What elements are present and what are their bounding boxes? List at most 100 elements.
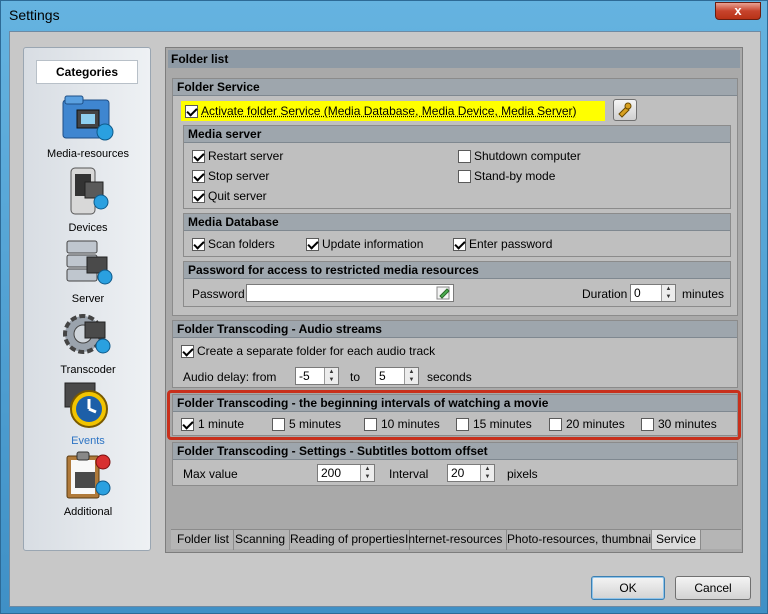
spinner-buttons[interactable]: ▲ ▼ [404, 368, 418, 384]
to-label: to [350, 370, 361, 384]
duration-spinner[interactable]: 0 ▲ ▼ [630, 284, 676, 302]
update-information-checkbox[interactable] [306, 238, 319, 251]
separate-folder-label: Create a separate folder for each audio … [197, 344, 436, 358]
spin-up-icon[interactable]: ▲ [361, 465, 374, 473]
spinner-buttons[interactable]: ▲ ▼ [661, 285, 675, 301]
sidebar-item-label: Devices [68, 222, 108, 234]
password-label: Password [192, 287, 245, 301]
sidebar-item-transcoder[interactable]: Transcoder [24, 308, 152, 376]
group-title: Folder Transcoding - Audio streams [173, 321, 737, 338]
tab-folder-list[interactable]: Folder list [173, 530, 235, 550]
bottom-tab-bar: Folder list Scanning Reading of properti… [171, 529, 741, 550]
interval-value: 20 [451, 466, 465, 480]
group-title: Media server [184, 126, 730, 143]
sidebar-item-additional[interactable]: Additional [24, 450, 152, 518]
transcoder-gear-icon [63, 314, 111, 354]
window-title: Settings [9, 7, 60, 23]
group-title: Folder Service [173, 79, 737, 96]
media-server-group: Media server Restart server Stop server … [183, 125, 731, 209]
activate-service-label: Activate folder Service (Media Database,… [201, 104, 577, 118]
sidebar-item-server[interactable]: Server [24, 237, 152, 305]
ok-button[interactable]: OK [591, 576, 665, 600]
audio-streams-group: Folder Transcoding - Audio streams Creat… [172, 320, 738, 388]
media-database-group: Media Database Scan folders Update infor… [183, 213, 731, 257]
tab-photo-resources[interactable]: Photo-resources, thumbnails [503, 530, 665, 550]
enter-password-checkbox[interactable] [453, 238, 466, 251]
scan-folders-checkbox[interactable] [192, 238, 205, 251]
password-group: Password for access to restricted media … [183, 261, 731, 307]
pixels-label: pixels [507, 467, 538, 481]
sidebar-item-label: Events [71, 435, 105, 447]
sidebar-item-label: Media-resources [47, 148, 129, 160]
shutdown-computer-checkbox[interactable] [458, 150, 471, 163]
max-value-value: 200 [321, 466, 342, 480]
settings-window: Settings x Categories Media-resources De… [0, 0, 768, 614]
spin-up-icon[interactable]: ▲ [662, 285, 675, 293]
categories-sidebar: Categories Media-resources Devices Serve… [23, 47, 151, 551]
edit-pencil-icon[interactable] [436, 286, 452, 300]
stop-server-label: Stop server [208, 169, 270, 183]
restart-server-checkbox[interactable] [192, 150, 205, 163]
cancel-button[interactable]: Cancel [675, 576, 751, 600]
restart-server-label: Restart server [208, 149, 284, 163]
audio-delay-from-spinner[interactable]: -5 ▲ ▼ [295, 367, 339, 385]
activate-service-checkbox[interactable] [185, 105, 198, 118]
sidebar-item-devices[interactable]: Devices [24, 166, 152, 234]
duration-value: 0 [634, 286, 641, 300]
folder-list-panel: Folder list Folder Service Activate fold… [165, 47, 743, 553]
spin-down-icon[interactable]: ▼ [325, 376, 338, 384]
media-folder-icon [62, 95, 114, 141]
tab-internet-resources[interactable]: Internet-resources [401, 530, 508, 550]
spin-down-icon[interactable]: ▼ [361, 473, 374, 481]
panel-header: Folder list [168, 50, 740, 68]
spin-down-icon[interactable]: ▼ [662, 293, 675, 301]
quit-server-label: Quit server [208, 189, 267, 203]
devices-icon [70, 167, 109, 215]
password-field[interactable] [246, 284, 454, 302]
sidebar-item-label: Transcoder [60, 364, 116, 376]
audio-delay-to-spinner[interactable]: 5 ▲ ▼ [375, 367, 419, 385]
spin-down-icon[interactable]: ▼ [481, 473, 494, 481]
stop-server-checkbox[interactable] [192, 170, 205, 183]
spin-up-icon[interactable]: ▲ [481, 465, 494, 473]
spin-up-icon[interactable]: ▲ [405, 368, 418, 376]
tab-scanning[interactable]: Scanning [231, 530, 291, 550]
wrench-icon [618, 102, 632, 118]
duration-label: Duration [582, 287, 628, 301]
quit-server-checkbox[interactable] [192, 190, 205, 203]
tab-service[interactable]: Service [651, 530, 702, 550]
standby-mode-checkbox[interactable] [458, 170, 471, 183]
close-button[interactable]: x [715, 2, 761, 20]
events-clock-icon [64, 382, 108, 428]
additional-clipboard-icon [66, 451, 111, 499]
max-value-spinner[interactable]: 200 ▲ ▼ [317, 464, 375, 482]
spinner-buttons[interactable]: ▲ ▼ [324, 368, 338, 384]
categories-header: Categories [36, 60, 138, 84]
update-information-label: Update information [322, 237, 424, 251]
server-icon [66, 240, 113, 285]
shutdown-computer-label: Shutdown computer [474, 149, 581, 163]
sidebar-item-media-resources[interactable]: Media-resources [24, 92, 152, 160]
spinner-buttons[interactable]: ▲ ▼ [480, 465, 494, 481]
audio-delay-label: Audio delay: from [183, 370, 277, 384]
scan-folders-label: Scan folders [208, 237, 275, 251]
spin-up-icon[interactable]: ▲ [325, 368, 338, 376]
spin-down-icon[interactable]: ▼ [405, 376, 418, 384]
service-settings-button[interactable] [613, 99, 637, 121]
interval-spinner[interactable]: 20 ▲ ▼ [447, 464, 495, 482]
sidebar-item-events[interactable]: Events [24, 379, 152, 447]
seconds-label: seconds [427, 370, 472, 384]
standby-mode-label: Stand-by mode [474, 169, 556, 183]
group-title: Folder Transcoding - Settings - Subtitle… [173, 443, 737, 460]
group-title: Media Database [184, 214, 730, 231]
audio-delay-to-value: 5 [379, 369, 386, 383]
sidebar-item-label: Additional [63, 506, 113, 518]
folder-service-group: Folder Service Activate folder Service (… [172, 78, 738, 316]
audio-delay-from-value: -5 [299, 369, 310, 383]
spinner-buttons[interactable]: ▲ ▼ [360, 465, 374, 481]
separate-folder-checkbox[interactable] [181, 345, 194, 358]
intervals-highlight-frame [167, 390, 741, 440]
enter-password-label: Enter password [469, 237, 553, 251]
tab-reading-of-properties[interactable]: Reading of properties [286, 530, 410, 550]
sidebar-item-label: Server [71, 293, 105, 305]
